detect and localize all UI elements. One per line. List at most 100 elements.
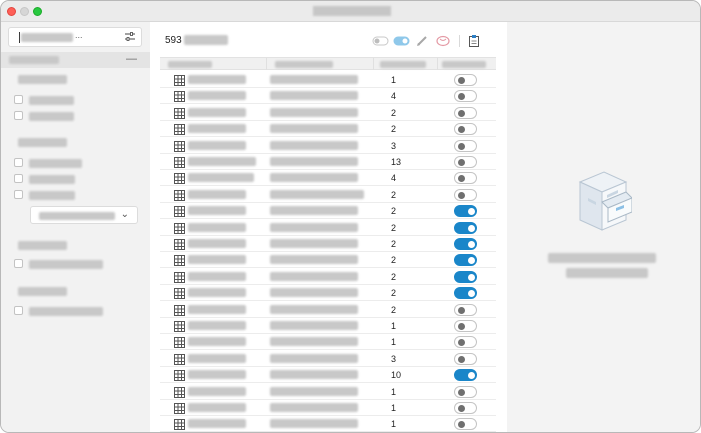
row-count: 2 bbox=[391, 304, 397, 315]
sliders-icon[interactable] bbox=[124, 31, 136, 43]
row-name bbox=[188, 222, 246, 232]
enabled-toggle[interactable] bbox=[454, 123, 477, 136]
table-row[interactable]: 4 bbox=[160, 88, 496, 105]
row-name bbox=[188, 75, 246, 84]
list-toolbar bbox=[372, 34, 492, 48]
table-row[interactable]: 4 bbox=[160, 170, 496, 187]
checkbox[interactable] bbox=[14, 190, 23, 199]
row-name bbox=[188, 370, 246, 380]
search-input[interactable]: ... bbox=[8, 27, 142, 47]
filter-group-title bbox=[18, 241, 67, 250]
table-grid-icon bbox=[174, 288, 185, 300]
clipboard-icon[interactable] bbox=[467, 34, 481, 48]
enabled-toggle[interactable] bbox=[454, 139, 477, 152]
zoom-window-button[interactable] bbox=[33, 7, 42, 16]
table-row[interactable]: 1 bbox=[160, 416, 496, 432]
table-row[interactable]: 2 bbox=[160, 252, 496, 269]
toggle-knob bbox=[468, 241, 475, 248]
checkbox[interactable] bbox=[14, 95, 23, 104]
table-row[interactable]: 3 bbox=[160, 351, 496, 367]
checkbox[interactable] bbox=[14, 259, 23, 268]
table-row[interactable]: 3 bbox=[160, 138, 496, 154]
toggle-knob bbox=[458, 93, 465, 101]
table-header bbox=[160, 57, 496, 70]
table-row[interactable]: 2 bbox=[160, 285, 496, 302]
table-grid-icon bbox=[174, 271, 185, 283]
enabled-toggle[interactable] bbox=[454, 303, 477, 316]
table-row[interactable]: 1 bbox=[160, 72, 496, 88]
kind-dropdown[interactable]: ⌄ bbox=[30, 206, 138, 224]
enabled-toggle[interactable] bbox=[454, 205, 477, 218]
enabled-toggle[interactable] bbox=[454, 90, 477, 103]
table-row[interactable]: 1 bbox=[160, 400, 496, 416]
table-row[interactable]: 2 bbox=[160, 121, 496, 138]
table-grid-icon bbox=[174, 304, 185, 316]
row-count: 3 bbox=[391, 353, 397, 364]
enabled-toggle[interactable] bbox=[454, 172, 477, 185]
column-header-name[interactable] bbox=[160, 58, 267, 70]
checkbox[interactable] bbox=[14, 306, 23, 315]
enabled-toggle[interactable] bbox=[454, 336, 477, 349]
checkbox[interactable] bbox=[14, 111, 23, 120]
toggle-all-icon[interactable] bbox=[372, 34, 389, 48]
row-name bbox=[188, 107, 246, 117]
enabled-toggle[interactable] bbox=[454, 74, 477, 86]
column-header-description[interactable] bbox=[267, 58, 374, 70]
minimize-window-button[interactable] bbox=[20, 7, 29, 16]
table-row[interactable]: 2 bbox=[160, 269, 496, 285]
enabled-toggle[interactable] bbox=[454, 270, 477, 283]
switch-icon[interactable] bbox=[393, 34, 410, 48]
toggle-knob bbox=[458, 77, 465, 84]
table-row[interactable]: 2 bbox=[160, 187, 496, 203]
table-row[interactable]: 10 bbox=[160, 367, 496, 384]
window-title bbox=[313, 6, 391, 16]
enabled-toggle[interactable] bbox=[454, 369, 477, 382]
toggle-knob bbox=[458, 126, 465, 134]
filter-group-title bbox=[18, 287, 67, 296]
edit-icon[interactable] bbox=[415, 34, 429, 48]
enabled-toggle[interactable] bbox=[454, 238, 477, 250]
enabled-toggle[interactable] bbox=[454, 106, 477, 119]
table-grid-icon bbox=[174, 173, 185, 185]
table-row[interactable]: 1 bbox=[160, 334, 496, 351]
enabled-toggle[interactable] bbox=[454, 156, 477, 168]
column-header-count[interactable] bbox=[374, 58, 438, 70]
checkbox[interactable] bbox=[14, 158, 23, 167]
table-row[interactable]: 2 bbox=[160, 302, 496, 318]
table-row[interactable]: 2 bbox=[160, 236, 496, 252]
table-grid-icon bbox=[174, 91, 185, 103]
filter-option-label bbox=[29, 112, 74, 121]
column-header-enabled[interactable] bbox=[438, 58, 496, 70]
table-row[interactable]: 1 bbox=[160, 384, 496, 400]
filters-section-header[interactable]: — bbox=[1, 52, 150, 68]
table-row[interactable]: 2 bbox=[160, 105, 496, 121]
enabled-toggle[interactable] bbox=[454, 352, 477, 365]
section-label bbox=[9, 56, 59, 64]
table-row[interactable]: 13 bbox=[160, 154, 496, 170]
enabled-toggle[interactable] bbox=[454, 402, 477, 414]
enabled-toggle[interactable] bbox=[454, 221, 477, 234]
table-row[interactable]: 1 bbox=[160, 318, 496, 334]
brain-icon[interactable] bbox=[435, 34, 451, 48]
checkbox[interactable] bbox=[14, 174, 23, 183]
enabled-toggle[interactable] bbox=[454, 385, 477, 398]
enabled-toggle[interactable] bbox=[454, 320, 477, 332]
row-description bbox=[270, 304, 358, 314]
table-row[interactable]: 2 bbox=[160, 220, 496, 236]
row-name bbox=[188, 173, 254, 183]
row-name bbox=[188, 140, 246, 150]
enabled-toggle[interactable] bbox=[454, 418, 477, 431]
table-grid-icon bbox=[174, 370, 185, 382]
collapse-icon[interactable]: — bbox=[126, 53, 137, 65]
toggle-knob bbox=[458, 323, 465, 330]
chevron-down-icon[interactable]: ⌄ bbox=[121, 209, 129, 220]
enabled-toggle[interactable] bbox=[454, 287, 477, 300]
enabled-toggle[interactable] bbox=[454, 188, 477, 201]
close-window-button[interactable] bbox=[7, 7, 16, 16]
filing-cabinet-icon bbox=[578, 171, 632, 231]
filter-option-label bbox=[29, 159, 82, 168]
toggle-knob bbox=[458, 191, 465, 199]
enabled-toggle[interactable] bbox=[454, 254, 477, 267]
row-count: 4 bbox=[391, 173, 397, 184]
table-row[interactable]: 2 bbox=[160, 203, 496, 220]
